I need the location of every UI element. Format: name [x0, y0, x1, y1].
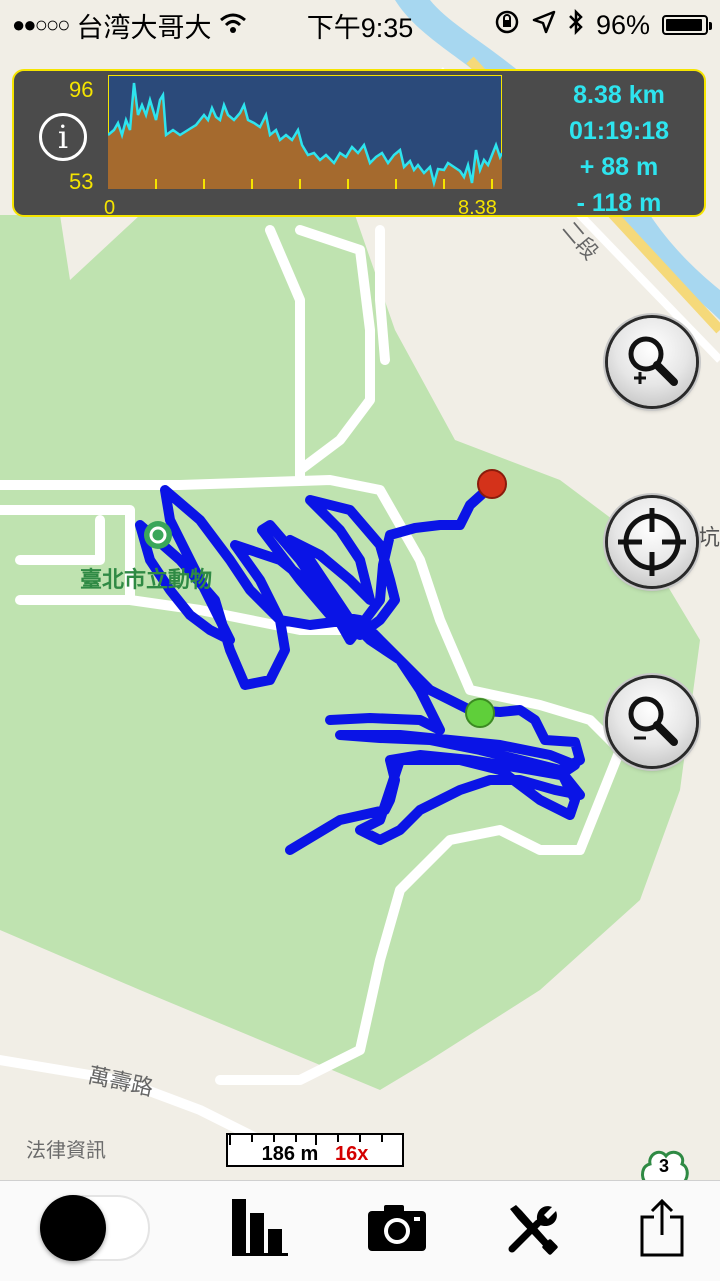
share-button[interactable] — [638, 1197, 686, 1264]
battery-icon — [662, 15, 712, 35]
signal-strength: ●●○○○ — [12, 12, 70, 37]
crosshair-icon — [618, 508, 686, 576]
side-label: 坑 — [698, 525, 720, 550]
info-button[interactable]: i — [39, 113, 87, 161]
total-descent: - 118 m — [576, 189, 662, 217]
elevation-profile-chart[interactable] — [108, 75, 502, 189]
camera-button[interactable] — [368, 1203, 428, 1258]
elevation-max-label: 96 — [69, 77, 94, 102]
rotation-lock-icon — [494, 9, 520, 42]
distance-start-label: 0 — [104, 197, 116, 219]
scale-bar: 186 m 16x — [226, 1133, 404, 1167]
highway-number: 3 — [658, 1156, 669, 1176]
settings-button[interactable] — [504, 1201, 560, 1262]
zoom-in-button[interactable] — [608, 318, 696, 406]
track-stats-panel: i 96 53 0 8.38 8.38 km 01:19:18 + 88 m -… — [12, 69, 706, 219]
stats-values: 8.38 km 01:19:18 + 88 m - 118 m — [536, 77, 702, 221]
camera-icon — [368, 1205, 426, 1251]
distance-end-label: 8.38 — [458, 197, 497, 219]
zoom-out-button[interactable] — [608, 678, 696, 766]
carrier-name: 台湾大哥大 — [76, 12, 212, 43]
locate-button[interactable] — [608, 498, 696, 586]
zoom-in-icon — [628, 336, 678, 386]
location-arrow-icon — [532, 10, 556, 41]
scale-distance: 186 m — [261, 1143, 319, 1165]
bottom-toolbar — [0, 1180, 720, 1281]
share-icon — [640, 1198, 684, 1257]
scale-zoom: 16x — [335, 1143, 369, 1165]
record-toggle[interactable] — [40, 1195, 150, 1261]
zoom-out-icon — [628, 696, 678, 746]
bluetooth-icon — [568, 8, 584, 42]
elevation-min-label: 53 — [69, 169, 94, 194]
stats-button[interactable] — [232, 1199, 288, 1262]
legal-link[interactable]: 法律資訊 — [26, 1134, 106, 1163]
track-start-marker[interactable] — [465, 698, 495, 728]
record-toggle-knob[interactable] — [40, 1195, 106, 1261]
battery-percent: 96% — [595, 9, 650, 40]
park-poi-icon[interactable] — [144, 521, 172, 549]
total-ascent: + 88 m — [579, 153, 659, 181]
tools-icon — [508, 1205, 558, 1255]
status-bar: ●●○○○ 台湾大哥大 下午9:35 96% — [0, 0, 720, 50]
park-label[interactable]: 臺北市立動物 — [80, 562, 212, 594]
status-time: 下午9:35 — [306, 12, 414, 43]
total-distance: 8.38 km — [573, 81, 665, 109]
wifi-icon — [219, 10, 247, 41]
track-end-marker[interactable] — [477, 469, 507, 499]
bar-chart-icon — [232, 1199, 288, 1256]
total-duration: 01:19:18 — [568, 117, 670, 145]
